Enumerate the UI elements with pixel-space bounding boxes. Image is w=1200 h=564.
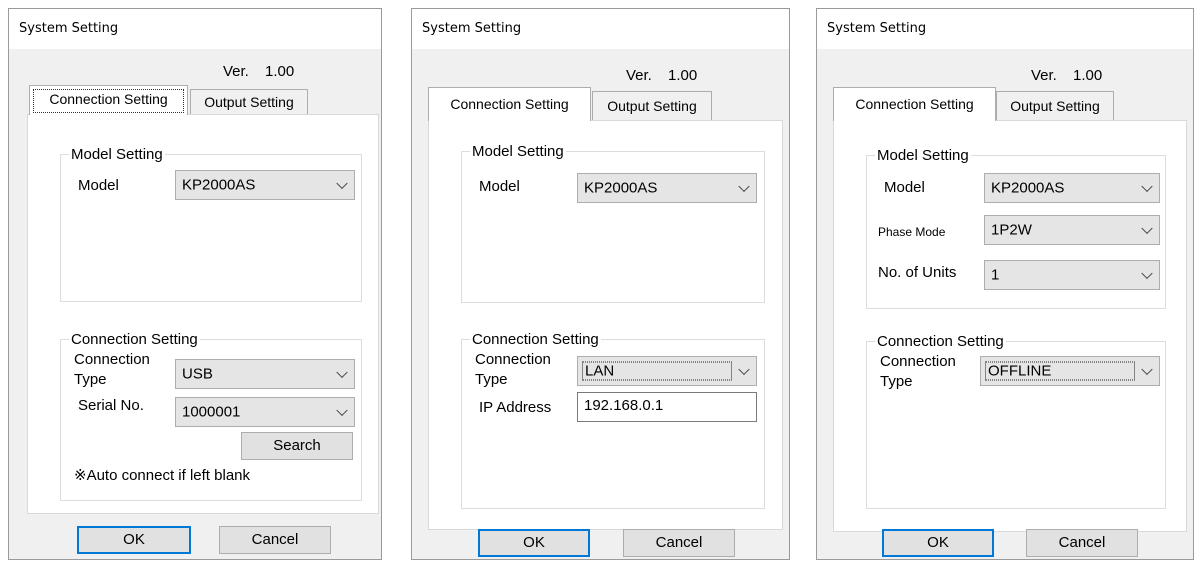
chevron-down-icon bbox=[1141, 180, 1153, 193]
version-value: 1.00 bbox=[1073, 67, 1103, 84]
serial-no-label: Serial No. bbox=[78, 397, 144, 414]
dialog-title: System Setting bbox=[817, 9, 1193, 49]
dialog-title: System Setting bbox=[412, 9, 789, 49]
chevron-down-icon bbox=[336, 404, 348, 417]
auto-connect-note: ※Auto connect if left blank bbox=[74, 467, 251, 484]
connection-tab-page: Model Setting Model KP2000AS Phase Mode … bbox=[833, 120, 1187, 532]
cancel-button[interactable]: Cancel bbox=[219, 526, 331, 554]
connection-type-label-line2: Type bbox=[880, 373, 913, 390]
ip-address-label: IP Address bbox=[479, 399, 552, 416]
version-label: Ver. bbox=[626, 67, 652, 84]
connection-tab-page: Model Setting Model KP2000AS Connection … bbox=[428, 120, 783, 530]
connection-setting-title: Connection Setting bbox=[875, 333, 1006, 351]
serial-no-select[interactable]: 1000001 bbox=[175, 397, 355, 427]
version-label: Ver. bbox=[223, 63, 249, 80]
system-setting-dialog-offline: System Setting Ver. 1.00 Connection Sett… bbox=[816, 8, 1194, 560]
connection-type-label-line1: Connection bbox=[880, 353, 956, 370]
chevron-down-icon bbox=[738, 363, 750, 376]
model-select[interactable]: KP2000AS bbox=[577, 173, 757, 203]
connection-type-select[interactable]: LAN bbox=[577, 356, 757, 386]
connection-type-label-line2: Type bbox=[74, 371, 107, 388]
chevron-down-icon bbox=[738, 180, 750, 193]
model-label: Model bbox=[78, 177, 119, 194]
model-select[interactable]: KP2000AS bbox=[175, 170, 355, 200]
ok-button[interactable]: OK bbox=[478, 529, 590, 557]
version-label: Ver. bbox=[1031, 67, 1057, 84]
version-value: 1.00 bbox=[265, 63, 295, 80]
connection-tab-page: Model Setting Model KP2000AS Connection … bbox=[27, 114, 379, 514]
no-of-units-select[interactable]: 1 bbox=[984, 260, 1160, 290]
connection-type-label-line1: Connection bbox=[475, 351, 551, 368]
system-setting-dialog-lan: System Setting Ver. 1.00 Connection Sett… bbox=[411, 8, 790, 560]
model-select[interactable]: KP2000AS bbox=[984, 173, 1160, 203]
tab-output-setting[interactable]: Output Setting bbox=[592, 91, 712, 121]
system-setting-dialog-usb: System Setting Ver. 1.00 Connection Sett… bbox=[8, 8, 382, 560]
ok-button[interactable]: OK bbox=[77, 526, 191, 554]
connection-type-label-line2: Type bbox=[475, 371, 508, 388]
connection-type-select[interactable]: USB bbox=[175, 359, 355, 389]
phase-mode-label: Phase Mode bbox=[878, 225, 946, 239]
model-label: Model bbox=[479, 178, 520, 195]
connection-type-label-line1: Connection bbox=[74, 351, 150, 368]
model-setting-title: Model Setting bbox=[470, 143, 566, 161]
tab-connection-setting[interactable]: Connection Setting bbox=[428, 87, 591, 121]
connection-type-select[interactable]: OFFLINE bbox=[980, 356, 1160, 386]
chevron-down-icon bbox=[1141, 363, 1153, 376]
tab-output-setting[interactable]: Output Setting bbox=[996, 91, 1114, 121]
chevron-down-icon bbox=[1141, 222, 1153, 235]
tab-connection-setting[interactable]: Connection Setting bbox=[29, 85, 188, 115]
version-value: 1.00 bbox=[668, 67, 698, 84]
connection-setting-title: Connection Setting bbox=[470, 331, 601, 349]
ip-address-input[interactable]: 192.168.0.1 bbox=[577, 392, 757, 422]
no-of-units-label: No. of Units bbox=[878, 264, 957, 281]
model-setting-title: Model Setting bbox=[875, 147, 971, 165]
dialog-title: System Setting bbox=[9, 9, 381, 49]
chevron-down-icon bbox=[1141, 267, 1153, 280]
chevron-down-icon bbox=[336, 366, 348, 379]
cancel-button[interactable]: Cancel bbox=[623, 529, 735, 557]
ok-button[interactable]: OK bbox=[882, 529, 994, 557]
search-button[interactable]: Search bbox=[241, 432, 353, 460]
model-setting-title: Model Setting bbox=[69, 146, 165, 164]
cancel-button[interactable]: Cancel bbox=[1026, 529, 1138, 557]
phase-mode-select[interactable]: 1P2W bbox=[984, 215, 1160, 245]
chevron-down-icon bbox=[336, 177, 348, 190]
tab-connection-setting[interactable]: Connection Setting bbox=[833, 87, 996, 121]
model-label: Model bbox=[884, 179, 925, 196]
tab-output-setting[interactable]: Output Setting bbox=[190, 89, 308, 115]
connection-setting-title: Connection Setting bbox=[69, 331, 200, 349]
